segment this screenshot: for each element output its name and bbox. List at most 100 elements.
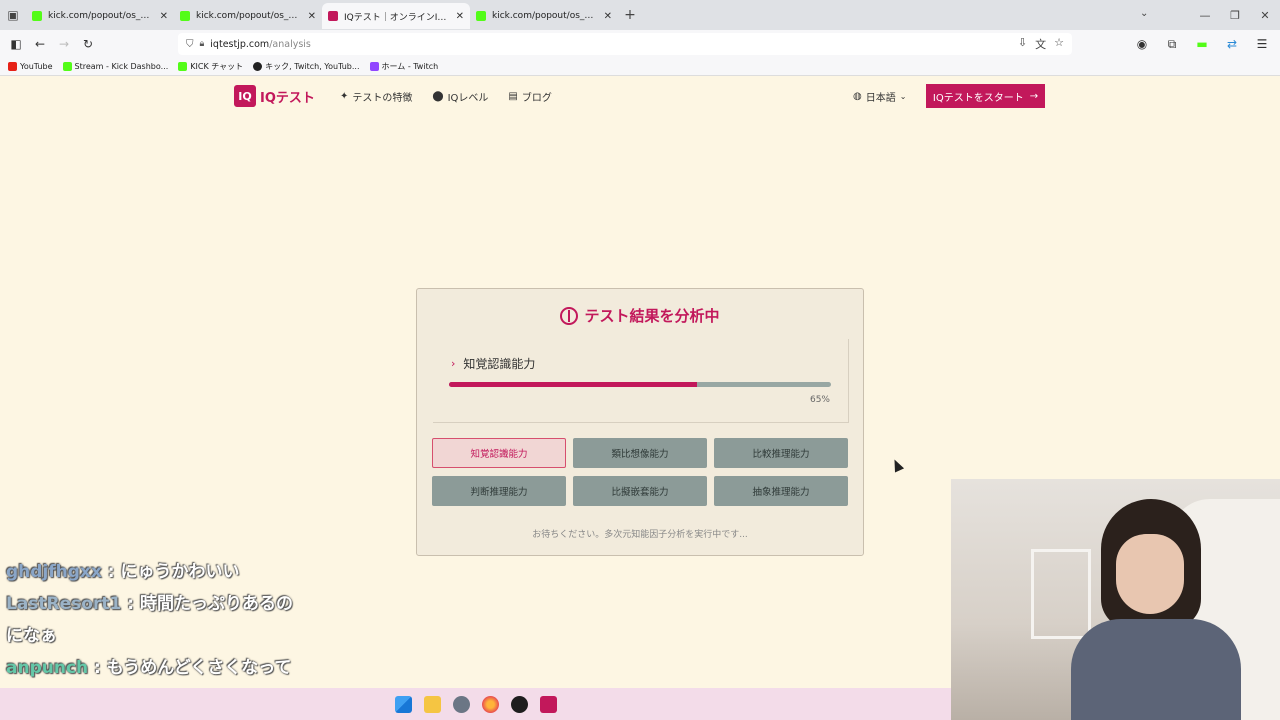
logo-mark: IQ — [234, 85, 256, 107]
browser-tab-1[interactable]: kick.com/popout/os_new/chat ✕ — [26, 3, 174, 29]
webcam-person-body — [1071, 619, 1241, 720]
sparkle-icon: ✦ — [340, 91, 349, 102]
kick-icon — [32, 11, 42, 21]
wait-message: お待ちください。多次元知能因子分析を実行中です... — [532, 530, 748, 540]
close-window-icon[interactable]: ✕ — [1250, 9, 1280, 22]
progress-fill — [449, 382, 698, 387]
ability-judgment: 判断推理能力 — [432, 476, 566, 506]
obs-icon[interactable] — [510, 695, 528, 713]
nav-blog[interactable]: ▤ ブログ — [508, 89, 551, 104]
bookmark-multistream[interactable]: キック, Twitch, YouTub... — [253, 61, 360, 72]
translate-extension-icon[interactable]: ⇄ — [1220, 32, 1244, 56]
webcam-feed — [951, 479, 1280, 720]
window-controls: — ❐ ✕ — [1190, 0, 1280, 30]
restore-icon[interactable]: ❐ — [1220, 9, 1250, 22]
bookmark-youtube[interactable]: YouTube — [8, 62, 53, 71]
analysis-card: テスト結果を分析中 › 知覚認識能力 65% 知覚認識能力 類比想像能力 比較推… — [416, 288, 864, 556]
chat-message: ghdjfhgxx : にゅうかわいい — [6, 562, 240, 582]
progress-bar — [449, 382, 831, 387]
nav-iq-level[interactable]: ⬤ IQレベル — [432, 89, 488, 104]
os-taskbar — [0, 688, 951, 720]
ability-nesting: 比擬嵌套能力 — [573, 476, 707, 506]
settings-icon[interactable] — [452, 695, 470, 713]
webcam-shelf — [1031, 549, 1091, 639]
globe-icon — [253, 62, 263, 71]
iq-icon — [328, 11, 338, 21]
ability-abstract: 抽象推理能力 — [714, 476, 848, 506]
ability-perception: 知覚認識能力 — [432, 438, 566, 468]
bookmark-star-icon[interactable]: ☆ — [1054, 36, 1064, 52]
menu-icon[interactable]: ☰ — [1250, 32, 1274, 56]
progress-percent: 65% — [809, 395, 830, 405]
kick-icon — [178, 62, 188, 71]
toolbar-right: ◉ ⧉ ▬ ⇄ ☰ — [1130, 32, 1274, 56]
ability-grid: 知覚認識能力 類比想像能力 比較推理能力 判断推理能力 比擬嵌套能力 抽象推理能… — [432, 438, 848, 506]
bookmark-twitch[interactable]: ホーム - Twitch — [369, 61, 438, 72]
kick-icon — [476, 11, 486, 21]
download-icon[interactable]: ⇩ — [1018, 36, 1027, 52]
chevron-down-icon[interactable]: ⌄ — [1140, 8, 1148, 19]
back-icon[interactable]: ← — [28, 32, 52, 56]
nav-features[interactable]: ✦ テストの特徴 — [340, 89, 412, 104]
browser-tab-3[interactable]: IQテスト｜オンラインIQ診断・知能 ✕ — [322, 3, 470, 29]
book-icon: ▤ — [508, 91, 518, 102]
forward-icon[interactable]: → — [52, 32, 76, 56]
chevron-right-icon: › — [451, 357, 456, 370]
pin-icon: ⬤ — [432, 91, 444, 102]
bookmarks-bar: YouTube Stream - Kick Dashbo... KICK チャッ… — [0, 58, 1280, 76]
mouse-cursor — [889, 457, 905, 473]
browser-tab-bar: ▣ kick.com/popout/os_new/chat ✕ kick.com… — [0, 0, 1280, 30]
tab-title: kick.com/popout/os_new/chat — [492, 11, 598, 21]
lock-icon[interactable]: 🔒︎ — [200, 39, 205, 49]
app-icon[interactable] — [539, 695, 557, 713]
analysis-title: テスト結果を分析中 — [417, 305, 863, 326]
progress-panel: › 知覚認識能力 65% — [433, 339, 849, 423]
twitch-icon — [369, 62, 379, 71]
firefox-icon[interactable] — [481, 695, 499, 713]
site-header: IQ IQテスト ✦ テストの特徴 ⬤ IQレベル ▤ ブログ ◍ 日本語 ⌄ IQテ… — [0, 77, 1280, 117]
brain-icon — [560, 306, 579, 325]
file-explorer-icon[interactable] — [423, 695, 441, 713]
translate-icon[interactable]: 文 — [1035, 36, 1046, 52]
minimize-icon[interactable]: — — [1190, 9, 1220, 22]
extensions-icon[interactable]: ⧉ — [1160, 32, 1184, 56]
chat-user: anpunch — [6, 658, 89, 678]
tab-list-icon[interactable]: ▣ — [0, 0, 26, 30]
site-logo[interactable]: IQ IQテスト — [234, 85, 315, 107]
kick-icon — [180, 11, 190, 21]
logo-text: IQテスト — [260, 90, 315, 106]
chat-text: にゅうかわいい — [120, 562, 240, 582]
chevron-down-icon: ⌄ — [899, 92, 907, 101]
shield-icon[interactable]: ⛉ — [186, 39, 194, 50]
current-ability: › 知覚認識能力 — [451, 357, 536, 371]
close-tab-icon[interactable]: ✕ — [456, 11, 464, 22]
bookmark-kick-dashboard[interactable]: Stream - Kick Dashbo... — [62, 62, 168, 71]
start-test-button[interactable]: IQテストをスタート → — [926, 84, 1045, 108]
address-bar[interactable]: ⛉ 🔒︎ iqtestjp.com/analysis ⇩ 文 ☆ — [178, 33, 1072, 55]
chat-user: ghdjfhgxx — [6, 562, 102, 582]
browser-tab-2[interactable]: kick.com/popout/os_new/chat ✕ — [174, 3, 322, 29]
site-nav: ✦ テストの特徴 ⬤ IQレベル ▤ ブログ — [340, 89, 552, 104]
tab-title: IQテスト｜オンラインIQ診断・知能 — [344, 12, 450, 23]
tab-title: kick.com/popout/os_new/chat — [196, 11, 302, 21]
arrow-right-icon: → — [1029, 90, 1039, 102]
youtube-icon — [8, 62, 17, 71]
bookmark-kick-chat[interactable]: KICK チャット — [178, 61, 243, 72]
webcam-person-face — [1116, 534, 1184, 614]
new-tab-icon[interactable]: + — [618, 7, 642, 23]
language-selector[interactable]: ◍ 日本語 ⌄ — [853, 89, 906, 104]
browser-tab-4[interactable]: kick.com/popout/os_new/chat ✕ — [470, 3, 618, 29]
windows-start-icon[interactable] — [394, 695, 412, 713]
kick-extension-icon[interactable]: ▬ — [1190, 32, 1214, 56]
reload-icon[interactable]: ↻ — [76, 32, 100, 56]
close-tab-icon[interactable]: ✕ — [308, 11, 316, 22]
close-tab-icon[interactable]: ✕ — [160, 11, 168, 22]
chat-user: LastResort1 — [6, 594, 122, 614]
tab-title: kick.com/popout/os_new/chat — [48, 11, 154, 21]
url-host: iqtestjp.com — [210, 38, 270, 50]
chat-message: LastResort1 : 時間たっぷりあるのになぁ — [6, 594, 293, 646]
ability-analogy: 類比想像能力 — [573, 438, 707, 468]
account-icon[interactable]: ◉ — [1130, 32, 1154, 56]
sidebar-icon[interactable]: ◧ — [4, 32, 28, 56]
close-tab-icon[interactable]: ✕ — [604, 11, 612, 22]
